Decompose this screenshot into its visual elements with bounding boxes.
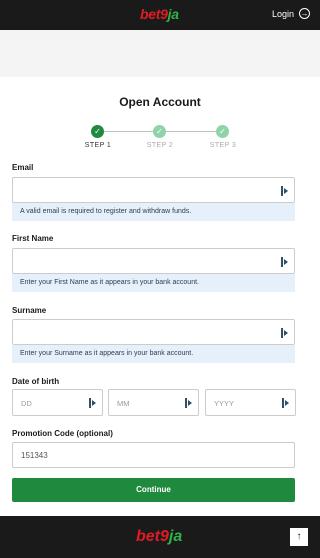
email-label: Email xyxy=(12,163,34,172)
login-label: Login xyxy=(271,8,294,19)
step-connector xyxy=(166,131,222,132)
email-field[interactable] xyxy=(12,177,295,203)
first-name-hint: Enter your First Name as it appears in y… xyxy=(12,274,295,292)
back-to-top-button[interactable]: ↑ xyxy=(290,528,308,546)
footer-bet9ja-logo[interactable]: bet9ja xyxy=(136,528,182,546)
step-1-label: STEP 1 xyxy=(84,142,112,149)
login-icon: → xyxy=(299,8,310,19)
footer-logo-9-text: 9 xyxy=(160,528,169,545)
logo-ja-text: ja xyxy=(167,6,179,22)
first-name-field[interactable] xyxy=(12,248,295,274)
dob-label: Date of birth xyxy=(12,377,60,386)
step-3-check-icon: ✓ xyxy=(216,125,229,138)
password-manager-icon[interactable] xyxy=(89,398,97,408)
logo-9-text: 9 xyxy=(160,6,168,22)
password-manager-icon[interactable] xyxy=(282,398,290,408)
dob-year-field[interactable]: YYYY xyxy=(205,389,296,416)
password-manager-icon[interactable] xyxy=(281,186,289,196)
dob-month-placeholder: MM xyxy=(117,399,130,408)
step-indicator: ✓ ✓ ✓ STEP 1 STEP 2 STEP 3 xyxy=(78,125,248,153)
dob-year-placeholder: YYYY xyxy=(214,399,235,408)
password-manager-icon[interactable] xyxy=(281,328,289,338)
logo-bet-text: bet xyxy=(140,6,161,22)
bet9ja-logo[interactable]: bet9ja xyxy=(140,6,179,22)
password-manager-icon[interactable] xyxy=(281,257,289,267)
footer-logo-ja-text: ja xyxy=(168,528,183,545)
promo-code-label: Promotion Code (optional) xyxy=(12,429,113,438)
step-connector xyxy=(97,131,154,132)
footer: bet9ja ↑ xyxy=(0,516,320,558)
arrow-up-icon: ↑ xyxy=(296,531,302,542)
promo-code-field[interactable]: 151343 xyxy=(12,442,295,468)
promo-banner-area xyxy=(0,30,320,77)
email-hint: A valid email is required to register an… xyxy=(12,203,295,221)
password-manager-icon[interactable] xyxy=(185,398,193,408)
page-title: Open Account xyxy=(119,95,201,109)
step-2-check-icon: ✓ xyxy=(153,125,166,138)
surname-hint: Enter your Surname as it appears in your… xyxy=(12,345,295,363)
dob-day-placeholder: DD xyxy=(21,399,32,408)
first-name-label: First Name xyxy=(12,234,54,243)
continue-button[interactable]: Continue xyxy=(12,478,295,502)
step-3-label: STEP 3 xyxy=(209,142,237,149)
top-bar: bet9ja Login → xyxy=(0,0,320,30)
login-button[interactable]: Login → xyxy=(272,8,310,19)
step-2-label: STEP 2 xyxy=(146,142,174,149)
dob-month-field[interactable]: MM xyxy=(108,389,199,416)
promo-code-value: 151343 xyxy=(21,451,48,460)
step-1-check-icon: ✓ xyxy=(91,125,104,138)
surname-field[interactable] xyxy=(12,319,295,345)
footer-logo-bet-text: bet xyxy=(136,528,160,545)
surname-label: Surname xyxy=(12,306,47,315)
dob-day-field[interactable]: DD xyxy=(12,389,103,416)
